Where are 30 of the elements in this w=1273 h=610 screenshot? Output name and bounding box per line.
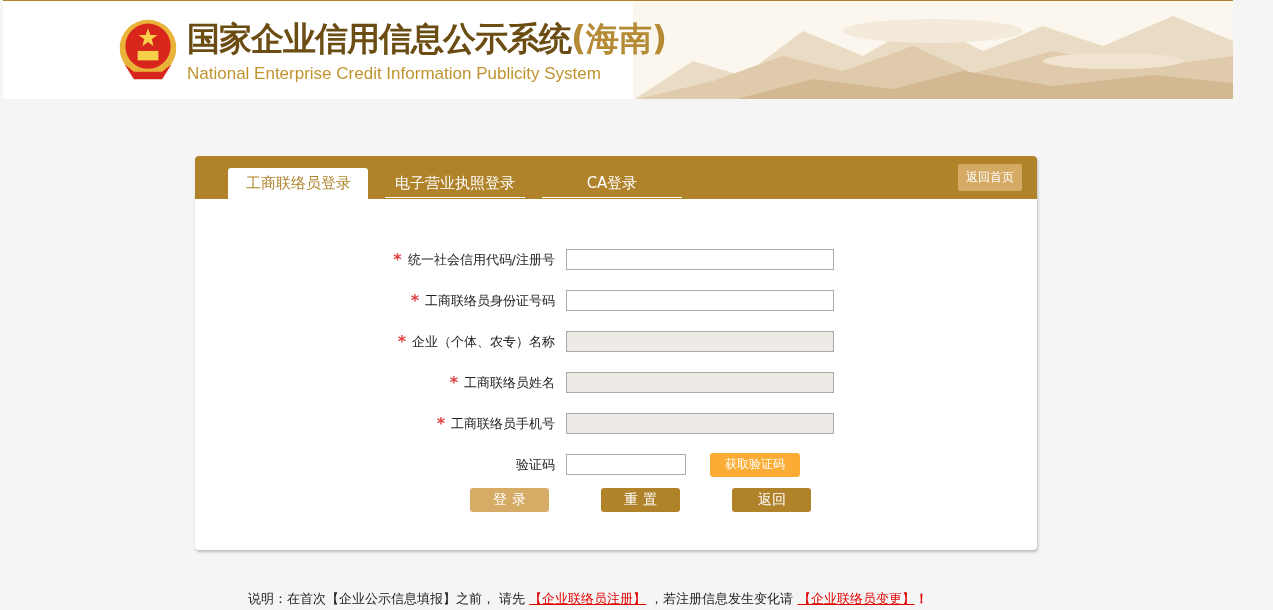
note-link[interactable]: 【企业联络员变更】 (797, 591, 915, 606)
note-text: ，若注册信息发生变化请 (649, 591, 795, 606)
required-mark: * (449, 373, 458, 392)
required-mark: * (436, 414, 445, 433)
login-tab[interactable]: CA登录 (542, 168, 682, 198)
home-button[interactable]: 返回首页 (958, 164, 1022, 191)
site-subtitle: National Enterprise Credit Information Publicity System (187, 63, 602, 84)
form-button[interactable]: 重 置 (601, 488, 680, 512)
form-button[interactable]: 返回 (732, 488, 811, 512)
region-title: (海南) (571, 17, 668, 60)
note-text: 说明：在首次【企业公示信息填报】之前， 请先 (248, 591, 527, 606)
get-code-button[interactable]: 获取验证码 (710, 452, 800, 477)
required-mark: * (393, 250, 402, 269)
exclamation-mark: ！ (914, 591, 928, 606)
input-field[interactable] (566, 454, 686, 475)
field-label: 工商联络员身份证号码 (425, 291, 555, 310)
field-label: 工商联络员姓名 (464, 373, 555, 392)
form-button[interactable]: 登 录 (470, 488, 549, 512)
field-label: 统一社会信用代码/注册号 (407, 250, 555, 269)
site-title: 国家企业信用信息公示系统 (187, 17, 571, 60)
field-label: 工商联络员手机号 (451, 414, 555, 433)
field-label: 验证码 (516, 455, 555, 474)
login-tab[interactable]: 工商联络员登录 (228, 168, 368, 199)
input-field[interactable] (566, 290, 834, 311)
required-mark: * (410, 291, 419, 310)
login-tab[interactable]: 电子营业执照登录 (385, 168, 525, 198)
required-mark: * (397, 332, 406, 351)
input-field[interactable] (566, 249, 834, 270)
field-label: 企业（个体、农专）名称 (412, 332, 555, 351)
note-link[interactable]: 【企业联络员注册】 (529, 591, 647, 606)
